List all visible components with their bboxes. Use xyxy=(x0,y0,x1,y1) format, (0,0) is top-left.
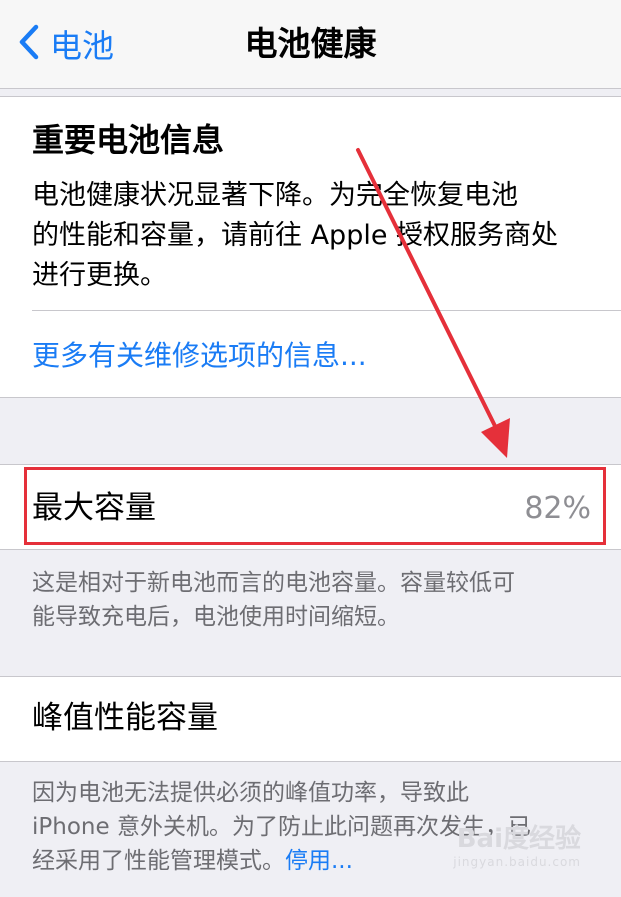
max-capacity-value: 82% xyxy=(524,491,591,526)
max-capacity-footnote: 这是相对于新电池而言的电池容量。容量较低可 xyxy=(32,570,515,596)
battery-info-title: 重要电池信息 xyxy=(32,121,225,159)
repair-options-link[interactable]: 更多有关维修选项的信息... xyxy=(32,334,367,378)
max-capacity-footnote: 能导致充电后，电池使用时间缩短。 xyxy=(32,604,400,630)
battery-info-line: 电池健康状况显著下降。为完全恢复电池 xyxy=(32,180,518,211)
watermark-url: jingyan.baidu.com xyxy=(453,855,581,869)
peak-performance-label: 峰值性能容量 xyxy=(32,700,218,736)
watermark: Bai度经验 jingyan.baidu.com xyxy=(453,818,581,869)
max-capacity-label: 最大容量 xyxy=(32,490,156,526)
watermark-logo: Bai度经验 xyxy=(456,824,581,854)
peak-performance-footnote: 经采用了性能管理模式。 xyxy=(32,848,285,874)
page-title: 电池健康 xyxy=(244,24,377,63)
battery-info-line: 进行更换。 xyxy=(32,260,167,291)
navigation-bar: 电池 电池健康 xyxy=(0,0,621,89)
peak-performance-footnote: 因为电池无法提供必须的峰值功率，导致此 xyxy=(32,780,469,806)
peak-performance-footnote-last: 经采用了性能管理模式。停用... xyxy=(32,844,353,878)
disable-link[interactable]: 停用... xyxy=(285,848,353,874)
divider xyxy=(32,310,621,311)
battery-info-line: 的性能和容量，请前往 Apple 授权服务商处 xyxy=(32,220,559,251)
